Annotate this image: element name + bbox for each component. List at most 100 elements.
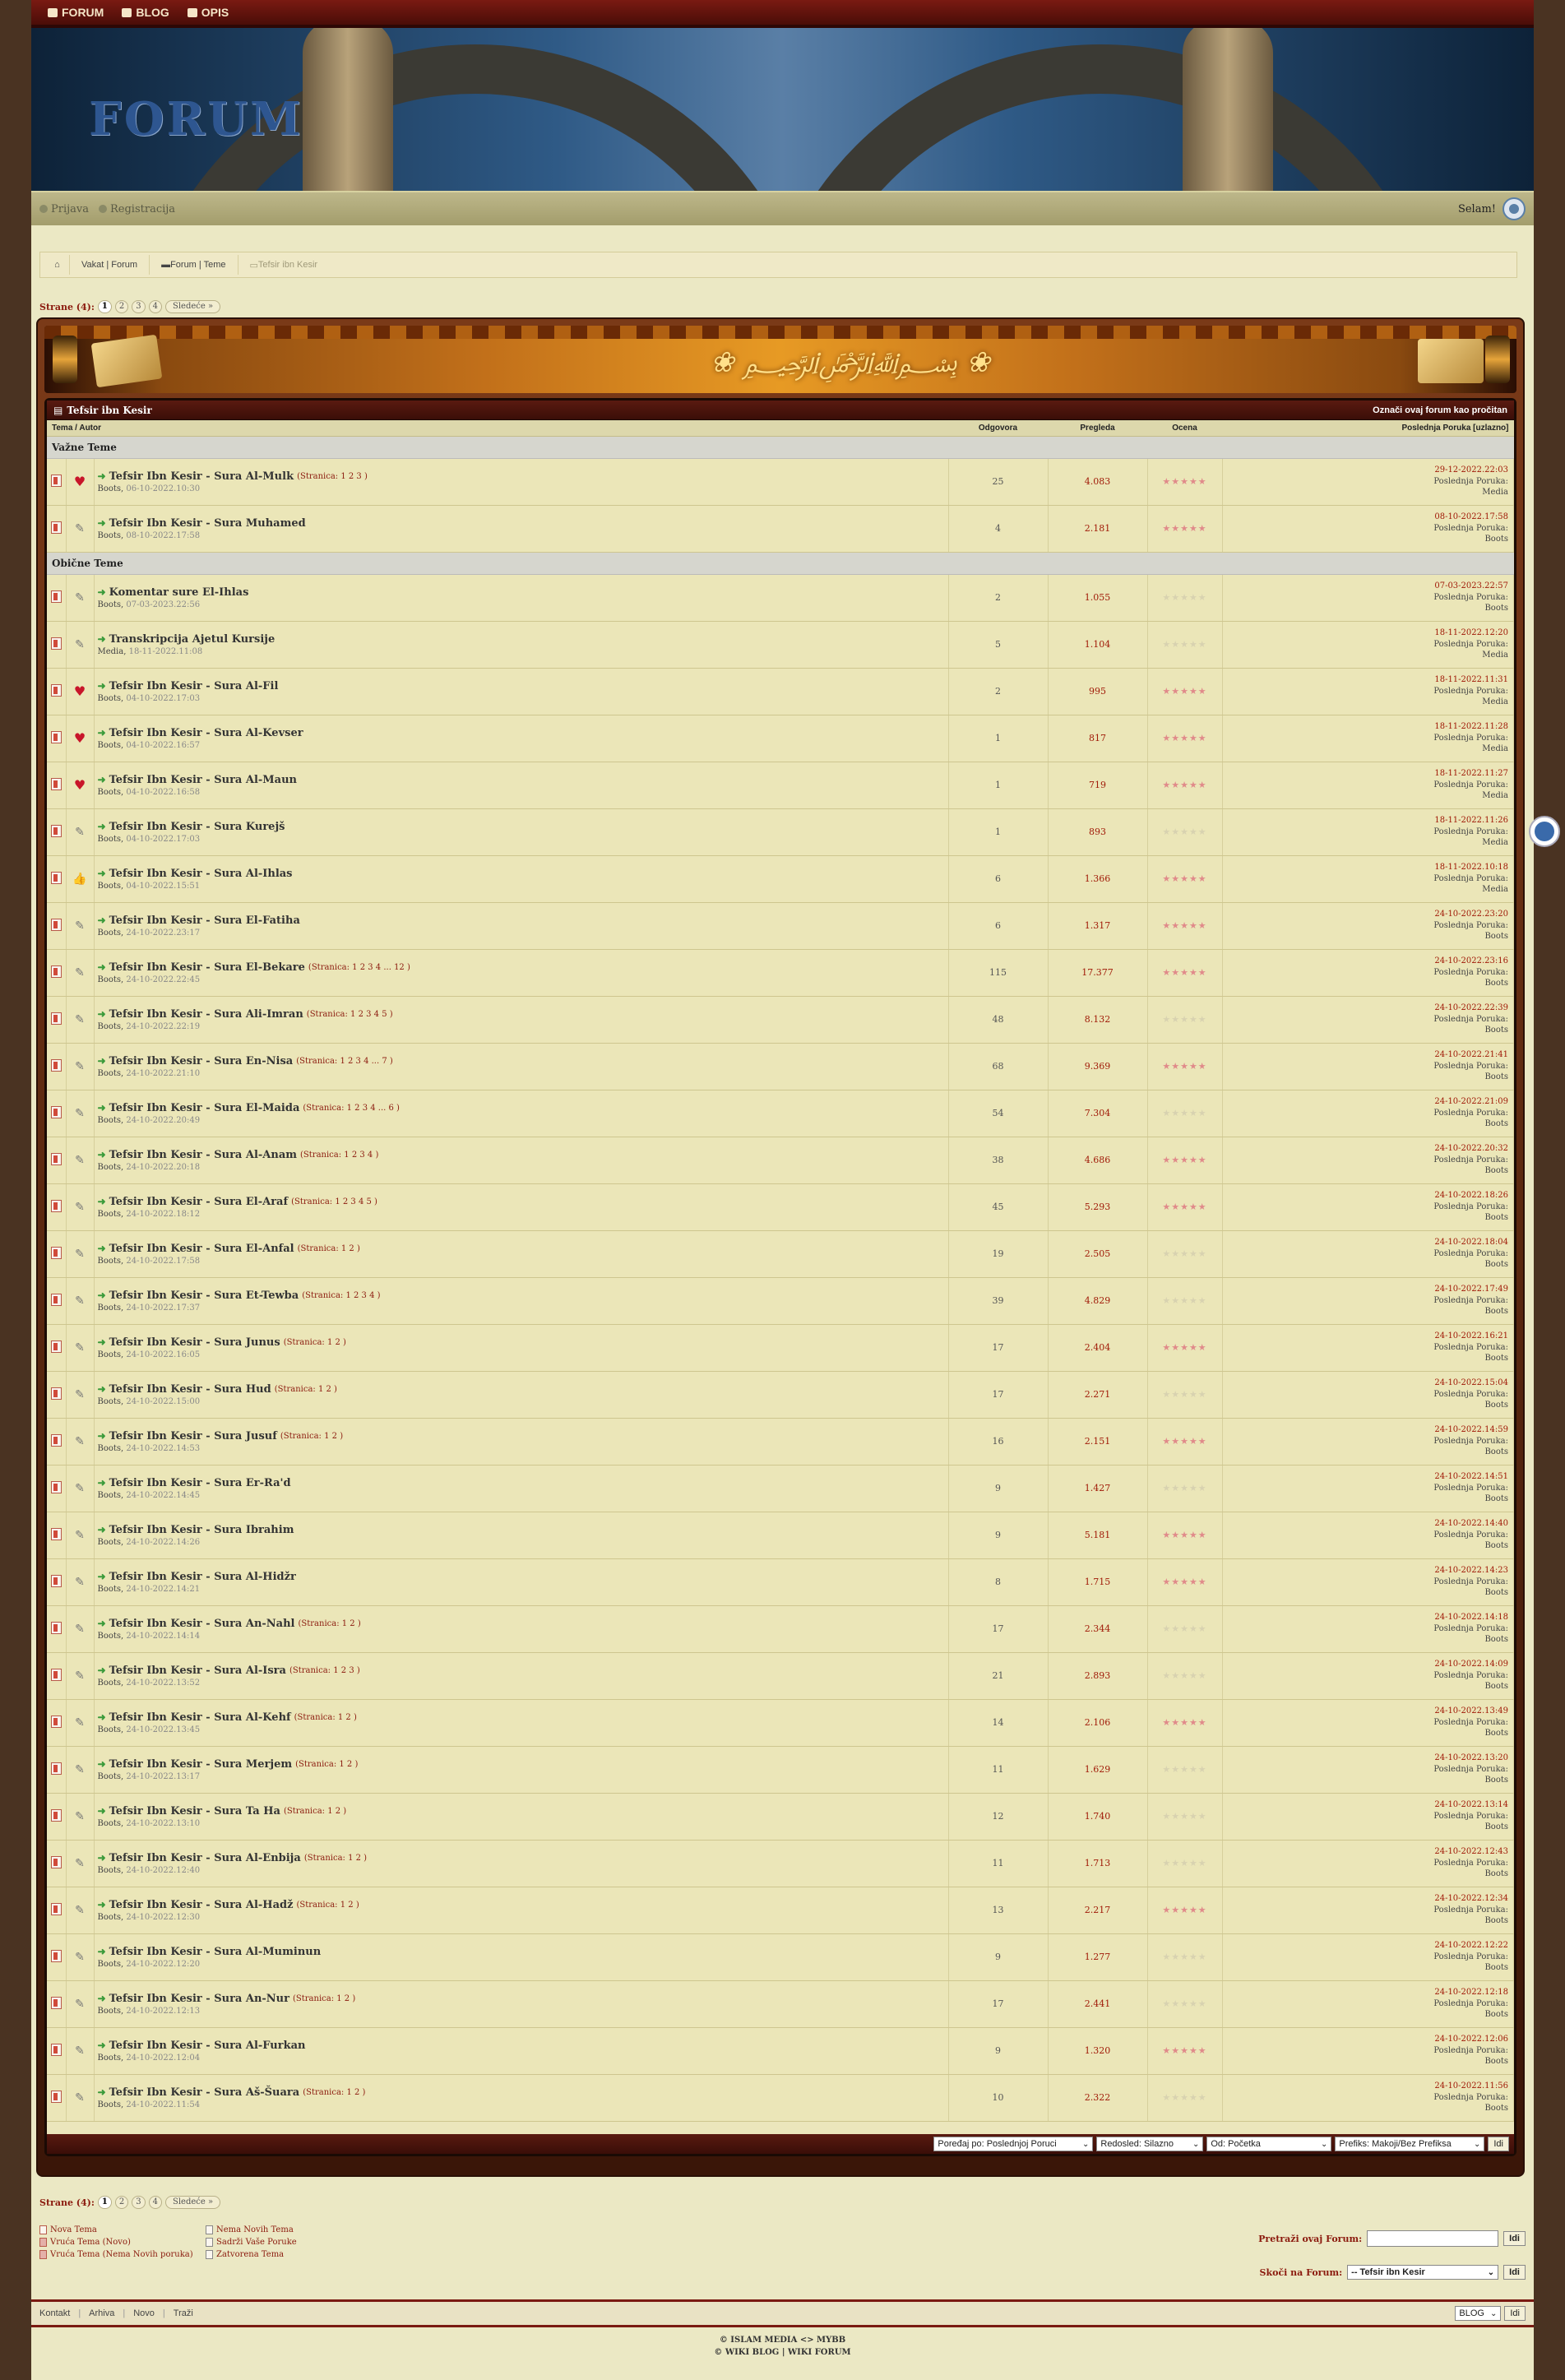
- breadcrumb-item[interactable]: ▬ Forum | Teme: [150, 255, 238, 275]
- thread-title[interactable]: Tefsir Ibn Kesir - Sura Al-Hadž: [109, 1899, 294, 1911]
- thread-author[interactable]: Boots: [98, 1257, 122, 1266]
- reply-count[interactable]: 9: [948, 1512, 1049, 1559]
- thread-author[interactable]: Boots: [98, 484, 122, 493]
- last-post-author[interactable]: Boots: [1223, 2103, 1508, 2114]
- thread-title[interactable]: Tefsir Ibn Kesir - Sura Ibrahim: [109, 1524, 294, 1536]
- thread-pages[interactable]: (Stranica: 1 2 ): [304, 1854, 367, 1863]
- thread-pages[interactable]: (Stranica: 1 2 3 ): [289, 1666, 360, 1675]
- reply-count[interactable]: 1: [948, 762, 1049, 809]
- reply-count[interactable]: 9: [948, 1465, 1049, 1512]
- thread-author[interactable]: Boots: [98, 741, 122, 750]
- thread-author[interactable]: Boots: [98, 1913, 122, 1922]
- thread-author[interactable]: Boots: [98, 1444, 122, 1453]
- last-post-author[interactable]: Boots: [1223, 603, 1508, 614]
- reply-count[interactable]: 45: [948, 1183, 1049, 1231]
- go-to-new-icon[interactable]: ➜: [98, 1524, 106, 1535]
- thread-title[interactable]: Tefsir Ibn Kesir - Sura El-Maida: [109, 1102, 300, 1114]
- rating-stars[interactable]: ★★★★★: [1147, 1699, 1223, 1747]
- thread-pages[interactable]: (Stranica: 1 2 ): [293, 1994, 355, 2003]
- last-post-author[interactable]: Media: [1223, 697, 1508, 708]
- go-to-new-icon[interactable]: ➜: [98, 633, 106, 645]
- thread-title[interactable]: Tefsir Ibn Kesir - Sura Al-Enbija: [109, 1852, 301, 1864]
- thread-author[interactable]: Boots: [98, 1960, 122, 1969]
- thread-author[interactable]: Boots: [98, 1069, 122, 1078]
- footer-link-archive[interactable]: Arhiva: [89, 2308, 114, 2318]
- last-post-date[interactable]: 24-10-2022.21:09: [1223, 1096, 1508, 1108]
- thread-title[interactable]: Tefsir Ibn Kesir - Sura El-Anfal: [109, 1243, 294, 1255]
- reply-count[interactable]: 8: [948, 1558, 1049, 1606]
- page-link[interactable]: 4: [148, 2196, 162, 2209]
- last-post-author[interactable]: Boots: [1223, 1587, 1508, 1599]
- rating-stars[interactable]: ★★★★★: [1147, 1043, 1223, 1090]
- rating-stars[interactable]: ★★★★★: [1147, 855, 1223, 903]
- thread-pages[interactable]: (Stranica: 1 2 ): [294, 1713, 357, 1722]
- rating-stars[interactable]: ★★★★★: [1147, 1230, 1223, 1278]
- rating-stars[interactable]: ★★★★★: [1147, 808, 1223, 856]
- rating-stars[interactable]: ★★★★★: [1147, 1324, 1223, 1372]
- reply-count[interactable]: 5: [948, 621, 1049, 669]
- last-post-author[interactable]: Boots: [1223, 1775, 1508, 1786]
- thread-author[interactable]: Boots: [98, 1397, 122, 1406]
- last-post-date[interactable]: 24-10-2022.11:56: [1223, 2081, 1508, 2092]
- go-to-new-icon[interactable]: ➜: [98, 1946, 106, 1957]
- thread-title[interactable]: Tefsir Ibn Kesir - Sura Et-Tewba: [109, 1290, 299, 1302]
- rating-stars[interactable]: ★★★★★: [1147, 1465, 1223, 1512]
- reply-count[interactable]: 12: [948, 1793, 1049, 1841]
- reply-count[interactable]: 21: [948, 1652, 1049, 1700]
- go-to-new-icon[interactable]: ➜: [98, 868, 106, 879]
- go-to-new-icon[interactable]: ➜: [98, 1243, 106, 1254]
- rating-stars[interactable]: ★★★★★: [1147, 762, 1223, 809]
- reply-count[interactable]: 11: [948, 1840, 1049, 1887]
- footer-link-new[interactable]: Novo: [133, 2308, 155, 2318]
- rating-stars[interactable]: ★★★★★: [1147, 715, 1223, 762]
- reply-count[interactable]: 19: [948, 1230, 1049, 1278]
- last-post-date[interactable]: 07-03-2023.22:57: [1223, 581, 1508, 592]
- sort-go-button[interactable]: Idi: [1488, 2137, 1509, 2151]
- thread-title[interactable]: Tefsir Ibn Kesir - Sura Al-Isra: [109, 1665, 286, 1677]
- thread-author[interactable]: Boots: [98, 1022, 122, 1031]
- last-post-date[interactable]: 18-11-2022.11:28: [1223, 721, 1508, 733]
- last-post-date[interactable]: 18-11-2022.11:27: [1223, 768, 1508, 780]
- thread-title[interactable]: Tefsir Ibn Kesir - Sura Al-Mulk: [109, 470, 294, 483]
- reply-count[interactable]: 48: [948, 996, 1049, 1044]
- scroll-down-button[interactable]: [1529, 816, 1560, 847]
- go-to-new-icon[interactable]: ➜: [98, 821, 106, 832]
- last-post-author[interactable]: Boots: [1223, 2056, 1508, 2067]
- thread-author[interactable]: Boots: [98, 694, 122, 703]
- go-to-new-icon[interactable]: ➜: [98, 1711, 106, 1723]
- last-post-date[interactable]: 24-10-2022.13:49: [1223, 1706, 1508, 1717]
- rating-stars[interactable]: ★★★★★: [1147, 458, 1223, 506]
- rating-stars[interactable]: ★★★★★: [1147, 1746, 1223, 1794]
- last-post-author[interactable]: Media: [1223, 790, 1508, 802]
- thread-title[interactable]: Tefsir Ibn Kesir - Sura Aš-Šuara: [109, 2086, 300, 2099]
- date-range-select[interactable]: Od: Početka: [1206, 2137, 1332, 2151]
- last-post-date[interactable]: 24-10-2022.20:32: [1223, 1143, 1508, 1155]
- page-link[interactable]: 3: [132, 300, 146, 313]
- go-to-new-icon[interactable]: ➜: [98, 914, 106, 926]
- theme-select[interactable]: BLOG: [1455, 2306, 1502, 2321]
- thread-title[interactable]: Tefsir Ibn Kesir - Sura Merjem: [109, 1758, 293, 1771]
- last-post-author[interactable]: Boots: [1223, 1212, 1508, 1224]
- last-post-author[interactable]: Boots: [1223, 1025, 1508, 1036]
- last-post-author[interactable]: Boots: [1223, 1962, 1508, 1974]
- thread-pages[interactable]: (Stranica: 1 2 ): [299, 1619, 361, 1628]
- next-page-button[interactable]: Sledeće »: [165, 300, 221, 313]
- go-to-new-icon[interactable]: ➜: [98, 1758, 106, 1770]
- reply-count[interactable]: 1: [948, 715, 1049, 762]
- go-to-new-icon[interactable]: ➜: [98, 470, 106, 482]
- reply-count[interactable]: 9: [948, 2027, 1049, 2075]
- thread-title[interactable]: Tefsir Ibn Kesir - Sura Al-Maun: [109, 774, 297, 786]
- go-to-new-icon[interactable]: ➜: [98, 1993, 106, 2004]
- col-replies[interactable]: Odgovora: [948, 420, 1049, 437]
- reply-count[interactable]: 2: [948, 668, 1049, 715]
- last-post-date[interactable]: 24-10-2022.13:20: [1223, 1753, 1508, 1764]
- page-link[interactable]: 2: [114, 2196, 129, 2209]
- thread-pages[interactable]: (Stranica: 1 2 ): [275, 1385, 337, 1394]
- go-to-new-icon[interactable]: ➜: [98, 1852, 106, 1864]
- last-post-author[interactable]: Media: [1223, 487, 1508, 498]
- search-input[interactable]: [1367, 2230, 1499, 2247]
- thread-title[interactable]: Tefsir Ibn Kesir - Sura Al-Kehf: [109, 1711, 291, 1724]
- thread-author[interactable]: Boots: [98, 2054, 122, 2063]
- thread-author[interactable]: Boots: [98, 788, 122, 797]
- go-to-new-icon[interactable]: ➜: [98, 1196, 106, 1207]
